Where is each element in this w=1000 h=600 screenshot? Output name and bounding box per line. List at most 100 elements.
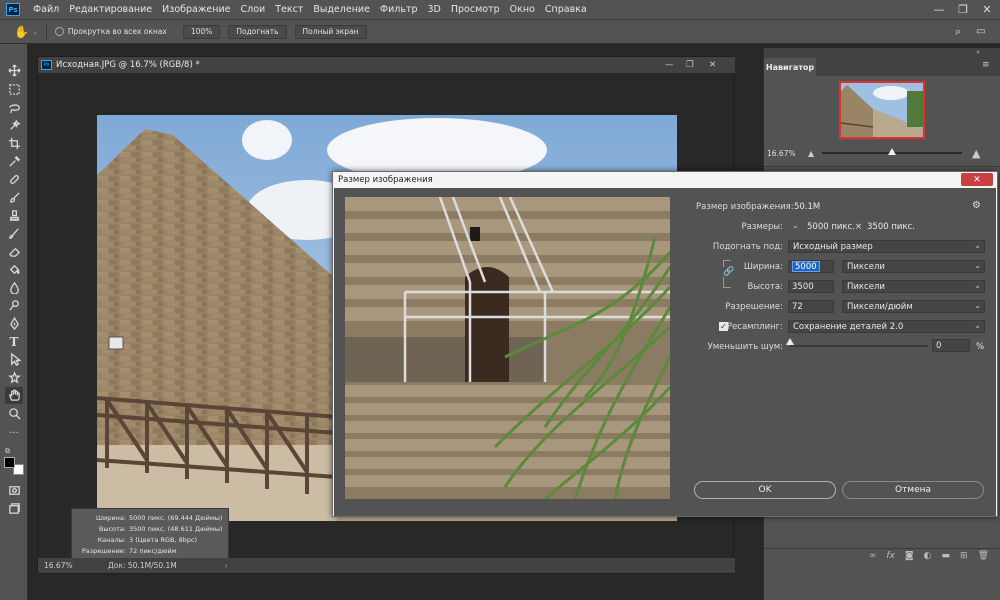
paint-bucket-tool-icon[interactable] (5, 261, 23, 278)
zoom-100-button[interactable]: 100% (182, 24, 221, 39)
status-doc-size[interactable]: Док: 50.1M/50.1M (108, 561, 177, 570)
document-tab[interactable]: Ps Исходная.JPG @ 16.7% (RGB/8) * — ❐ ✕ (38, 57, 735, 73)
custom-shape-tool-icon[interactable] (5, 369, 23, 386)
quick-mask-icon[interactable] (5, 482, 23, 499)
navigator-zoom-value[interactable]: 16.67% (767, 149, 796, 158)
zoom-in-icon[interactable]: ▲ (972, 147, 980, 160)
brush-tool-icon[interactable] (5, 189, 23, 206)
panel-menu-icon[interactable]: ≡ (982, 60, 990, 70)
width-input[interactable]: 5000 (788, 260, 834, 273)
fit-to-chevron-icon: ⌄ (974, 241, 981, 250)
dialog-preview[interactable] (345, 197, 670, 499)
status-zoom[interactable]: 16.67% (44, 561, 94, 570)
dialog-settings-gear-icon[interactable]: ⚙ (972, 200, 981, 211)
tool-preset-chevron-icon[interactable]: ⌄ (32, 28, 38, 36)
hand-tool-icon[interactable]: ✋ (14, 25, 29, 39)
height-input[interactable]: 3500 (788, 280, 834, 293)
eyedropper-tool-icon[interactable] (5, 153, 23, 170)
new-group-icon[interactable]: ▬ (942, 551, 951, 561)
height-label: Высота: (747, 282, 783, 292)
doc-close-icon[interactable]: ✕ (709, 60, 716, 70)
fit-screen-button[interactable]: Подогнать (228, 24, 287, 39)
menu-window[interactable]: Окно (505, 4, 540, 15)
resolution-input[interactable]: 72 (788, 300, 834, 313)
document-title: Исходная.JPG @ 16.7% (RGB/8) * (56, 60, 200, 70)
type-tool-icon[interactable]: T (5, 333, 23, 350)
lasso-tool-icon[interactable] (5, 99, 23, 116)
reduce-noise-input[interactable]: 0 (932, 339, 970, 352)
zoom-tool-icon[interactable] (5, 405, 23, 422)
quick-select-tool-icon[interactable] (5, 117, 23, 134)
menu-filter[interactable]: Фильтр (375, 4, 423, 15)
adjustment-layer-icon[interactable]: ◐ (924, 551, 932, 561)
width-value-selected: 5000 (792, 261, 820, 272)
navigator-tab[interactable]: Навигатор (764, 58, 816, 76)
dialog-titlebar[interactable]: Размер изображения ✕ (333, 172, 997, 188)
add-mask-icon[interactable]: ◙ (905, 551, 914, 561)
dimensions-dropdown-icon[interactable]: ⌄ (792, 221, 799, 230)
ok-button[interactable]: OK (694, 481, 836, 499)
dialog-close-button[interactable]: ✕ (961, 173, 993, 186)
layer-style-icon[interactable]: fx (886, 551, 895, 561)
collapse-panel-icon[interactable]: » (976, 48, 980, 56)
fill-screen-button[interactable]: Полный экран (294, 24, 367, 39)
scroll-all-windows-checkbox[interactable]: Прокрутка во всех окнах (54, 27, 167, 36)
crop-tool-icon[interactable] (5, 135, 23, 152)
new-layer-icon[interactable]: ⊞ (960, 551, 968, 561)
menu-select[interactable]: Выделение (308, 4, 375, 15)
workspace-icon[interactable]: ▭ (976, 26, 985, 37)
marquee-tool-icon[interactable] (5, 81, 23, 98)
status-arrow-icon[interactable]: › (225, 561, 228, 570)
info-width-label: Ширина: (96, 514, 126, 522)
restore-icon[interactable]: ❐ (950, 0, 976, 19)
preview-image (345, 197, 670, 499)
reduce-noise-slider-knob[interactable] (786, 338, 794, 345)
more-tools-icon[interactable]: ··· (5, 425, 23, 442)
close-window-icon[interactable]: ✕ (974, 0, 1000, 19)
reduce-noise-label: Уменьшить шум: (707, 342, 783, 352)
link-layers-icon[interactable]: ∞ (869, 551, 877, 561)
history-brush-tool-icon[interactable] (5, 225, 23, 242)
menu-file[interactable]: Файл (28, 4, 64, 15)
doc-restore-icon[interactable]: ❐ (686, 60, 694, 70)
menu-image[interactable]: Изображение (157, 4, 235, 15)
document-info-popup: Ширина: 5000 пикс. (69.444 Дюймы) Высота:… (71, 508, 229, 561)
foreground-color-swatch[interactable] (4, 457, 15, 468)
reduce-noise-slider[interactable] (790, 345, 928, 347)
width-unit-dropdown[interactable]: Пиксели ⌄ (842, 260, 985, 273)
delete-layer-icon[interactable]: 🗑 (978, 551, 989, 561)
blur-tool-icon[interactable] (5, 279, 23, 296)
menu-view[interactable]: Просмотр (446, 4, 505, 15)
healing-brush-tool-icon[interactable] (5, 171, 23, 188)
pen-tool-icon[interactable] (5, 315, 23, 332)
move-tool-icon[interactable] (5, 62, 23, 79)
fit-to-dropdown[interactable]: Исходный размер ⌄ (788, 240, 985, 253)
menu-edit[interactable]: Редактирование (64, 4, 157, 15)
navigator-thumbnail[interactable] (839, 81, 925, 139)
path-selection-tool-icon[interactable] (5, 351, 23, 368)
search-icon[interactable]: ⌕ (955, 25, 961, 39)
clone-stamp-tool-icon[interactable] (5, 207, 23, 224)
constrain-proportions-link-icon[interactable]: 🔗 (723, 267, 735, 277)
tools-panel: T ··· ⧉ (0, 44, 28, 600)
resample-dropdown[interactable]: Сохранение деталей 2.0 ⌄ (788, 320, 985, 333)
menu-3d[interactable]: 3D (423, 4, 446, 15)
navigator-slider-knob[interactable] (888, 148, 896, 155)
menu-help[interactable]: Справка (540, 4, 592, 15)
zoom-out-icon[interactable]: ▲ (808, 149, 814, 158)
menu-layers[interactable]: Слои (235, 4, 270, 15)
dodge-tool-icon[interactable] (5, 297, 23, 314)
minimize-icon[interactable]: — (926, 0, 952, 19)
height-unit-dropdown[interactable]: Пиксели ⌄ (842, 280, 985, 293)
info-width-value: 5000 пикс. (69.444 Дюймы) (129, 514, 223, 522)
hand-tool-selected-icon[interactable] (5, 387, 23, 404)
resolution-unit-dropdown[interactable]: Пиксели/дюйм ⌄ (842, 300, 985, 313)
default-colors-icon[interactable]: ⧉ (5, 447, 10, 456)
height-unit-chevron-icon: ⌄ (974, 281, 981, 290)
eraser-tool-icon[interactable] (5, 243, 23, 260)
menu-type[interactable]: Текст (270, 4, 308, 15)
doc-minimize-icon[interactable]: — (665, 60, 674, 70)
screen-mode-icon[interactable] (5, 500, 23, 517)
cancel-button[interactable]: Отмена (842, 481, 984, 499)
dimensions-times: × (855, 222, 863, 232)
